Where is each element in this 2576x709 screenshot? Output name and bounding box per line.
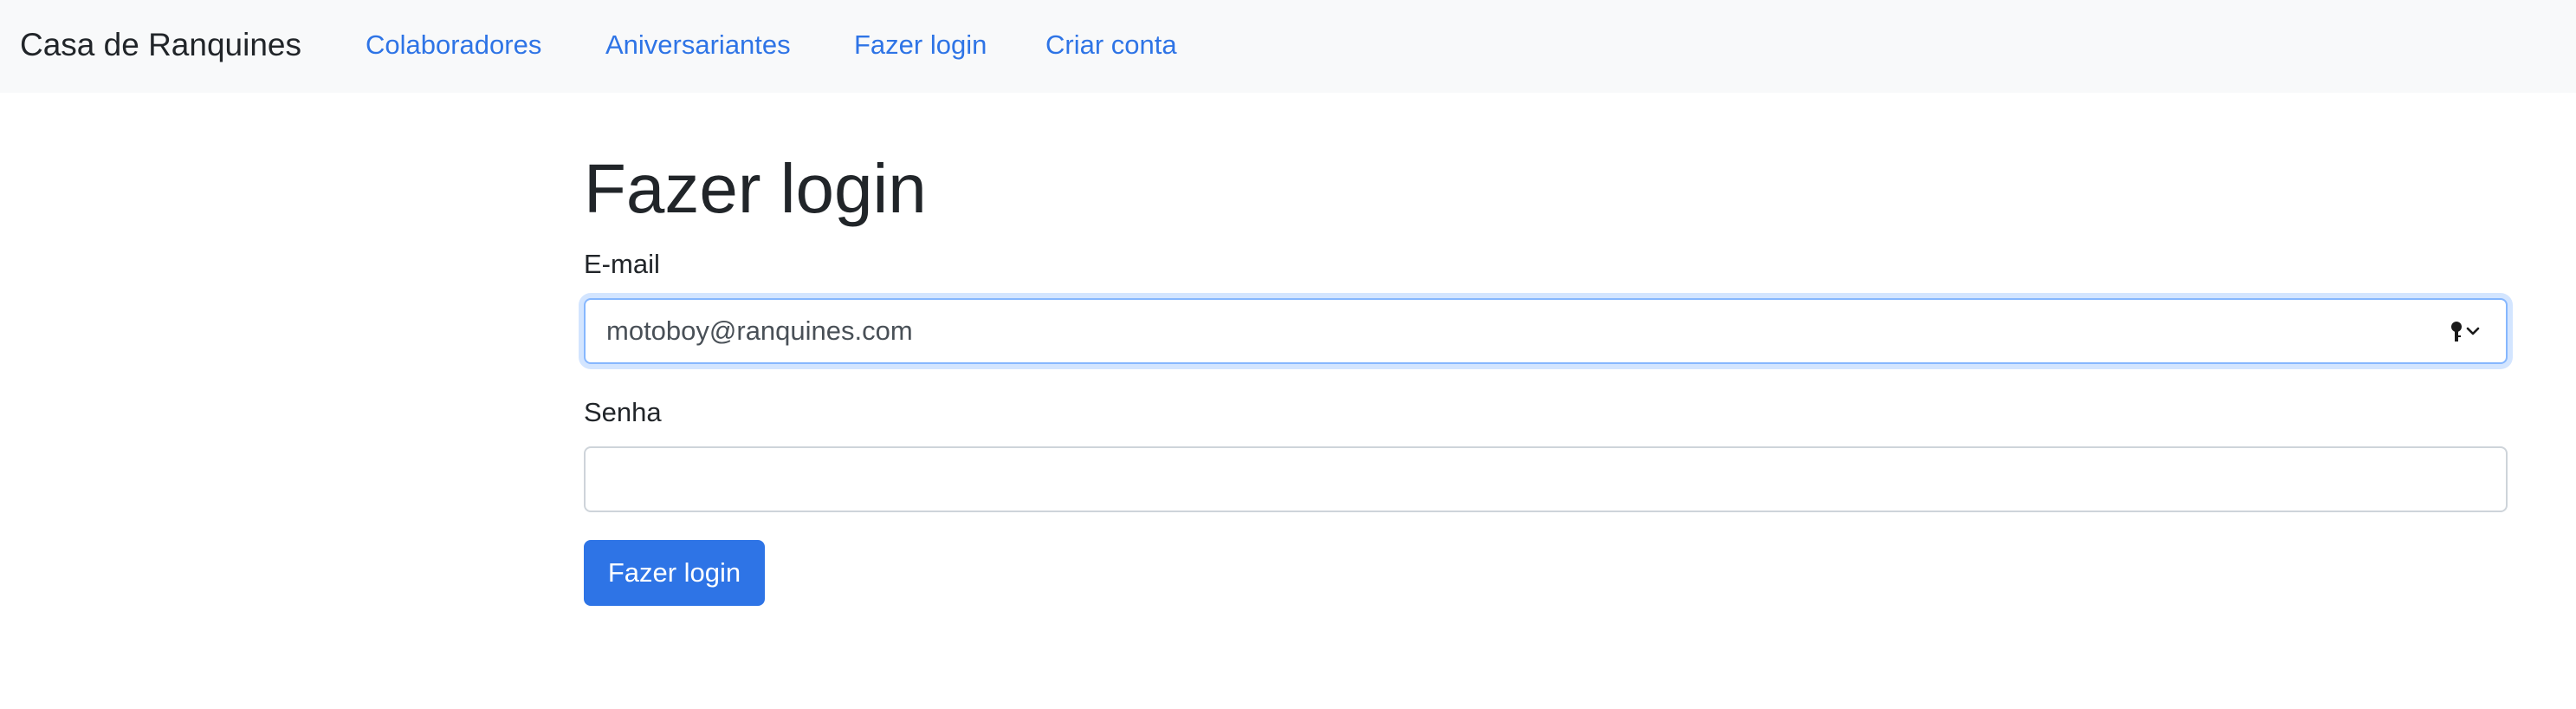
nav-link-fazer-login[interactable]: Fazer login xyxy=(854,26,987,64)
navbar: Casa de Ranquines Colaboradores Aniversa… xyxy=(0,0,2576,93)
nav-link-aniversariantes[interactable]: Aniversariantes xyxy=(605,26,791,64)
nav-link-criar-conta[interactable]: Criar conta xyxy=(1045,26,1177,64)
nav-link-colaboradores[interactable]: Colaboradores xyxy=(366,26,541,64)
senha-label: Senha xyxy=(584,397,662,427)
brand-link[interactable]: Casa de Ranquines xyxy=(20,24,301,66)
email-label: E-mail xyxy=(584,249,660,279)
page-title: Fazer login xyxy=(584,150,927,227)
senha-field-wrapper xyxy=(584,446,2508,512)
submit-login-button[interactable]: Fazer login xyxy=(584,540,765,606)
senha-field[interactable] xyxy=(586,448,2506,511)
password-manager-key-chevron xyxy=(2451,322,2480,341)
key-icon[interactable] xyxy=(2449,321,2485,343)
email-field-wrapper xyxy=(584,298,2508,364)
email-field[interactable] xyxy=(586,300,2506,362)
